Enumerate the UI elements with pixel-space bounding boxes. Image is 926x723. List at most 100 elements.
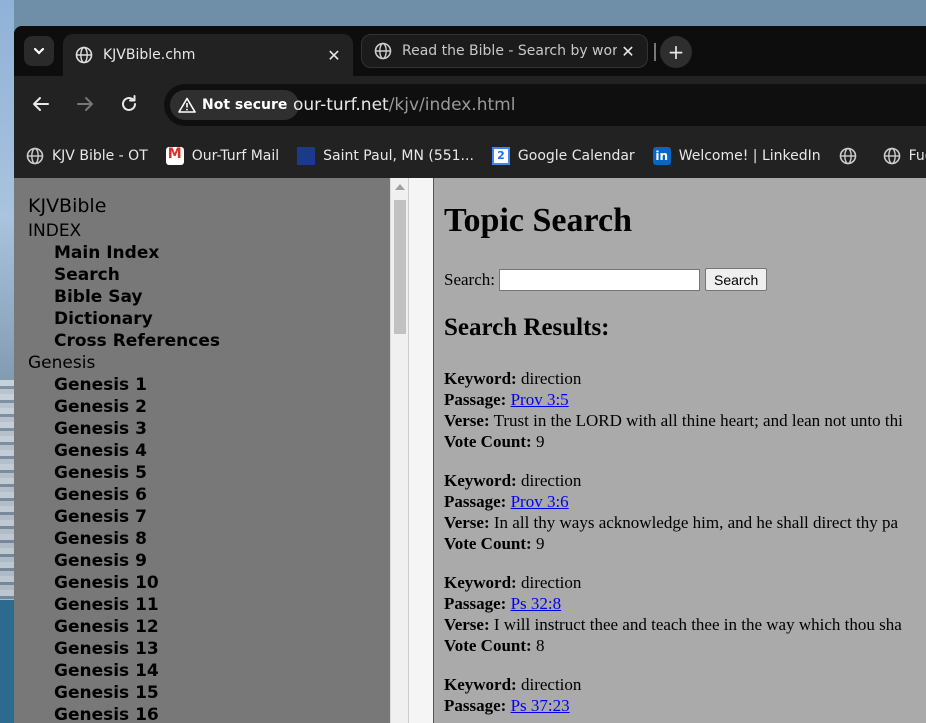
toc-item-genesis-15[interactable]: Genesis 15 [28,682,220,704]
bookmark-globe[interactable] [833,141,871,171]
arrow-left-icon [33,97,49,111]
globe-icon [374,42,392,60]
toc-item-genesis-11[interactable]: Genesis 11 [28,594,220,616]
tab-kjvbible[interactable]: KJVBible.chm ✕ [63,34,353,76]
toc-item-genesis-8[interactable]: Genesis 8 [28,528,220,550]
security-label: Not secure [202,97,288,113]
votes-value: 9 [535,432,545,451]
bookmark-kjv-bible-ot[interactable]: KJV Bible - OT [20,141,154,171]
toc-item-genesis-9[interactable]: Genesis 9 [28,550,220,572]
toc-item-genesis-12[interactable]: Genesis 12 [28,616,220,638]
bookmarks-bar: KJV Bible - OT Our-Turf Mail Saint Paul,… [14,134,926,178]
toc-item-genesis-7[interactable]: Genesis 7 [28,506,220,528]
gmail-icon [165,147,184,165]
bookmark-fue[interactable]: Fue [877,141,926,171]
keyword-value: direction [520,471,582,490]
bookmark-label: Google Calendar [517,148,635,164]
search-label: Search: [444,269,495,289]
keyword-value: direction [520,369,582,388]
passage-link[interactable]: Ps 32:8 [511,594,562,613]
toc-item-genesis-13[interactable]: Genesis 13 [28,638,220,660]
globe-icon [26,147,44,165]
linkedin-icon: in [652,147,671,165]
toc-item-search[interactable]: Search [28,264,220,286]
passage-label: Passage: [444,492,507,511]
passage-link[interactable]: Prov 3:5 [511,390,569,409]
passage-link[interactable]: Ps 37:23 [511,696,570,715]
toc-item-genesis-14[interactable]: Genesis 14 [28,660,220,682]
toc-item-genesis-1[interactable]: Genesis 1 [28,374,220,396]
back-button[interactable] [28,91,54,117]
bookmark-label: Our-Turf Mail [191,148,280,164]
reload-icon [122,95,136,111]
toc-section-genesis[interactable]: Genesis [28,352,220,374]
scrollbar-thumb[interactable] [394,200,406,334]
bookmark-our-turf-mail[interactable]: Our-Turf Mail [160,141,285,171]
toc-item-genesis-5[interactable]: Genesis 5 [28,462,220,484]
toc-item-genesis-6[interactable]: Genesis 6 [28,484,220,506]
toc-item-genesis-16[interactable]: Genesis 16 [28,704,220,723]
new-tab-button[interactable]: + [660,36,692,68]
results-list: Keyword: direction Passage: Prov 3:5 Ver… [444,368,926,723]
votes-label: Vote Count: [444,432,532,451]
frame-splitter[interactable] [408,178,435,723]
forward-button[interactable] [72,91,98,117]
verse-label: Verse: [444,411,490,430]
tab-title: KJVBible.chm [103,47,196,63]
verse-label: Verse: [444,513,490,532]
chevron-down-icon [33,47,45,55]
table-of-contents: KJVBible INDEX Main Index Search Bible S… [28,192,220,723]
bookmark-label: KJV Bible - OT [52,148,148,164]
arrow-right-icon [77,97,93,111]
toc-section-index[interactable]: INDEX [28,220,220,242]
browser-window: KJVBible.chm ✕ Read the Bible - Search b… [14,26,926,723]
bookmark-linkedin[interactable]: in Welcome! | LinkedIn [647,141,827,171]
verse-label: Verse: [444,615,490,634]
close-icon[interactable]: ✕ [617,40,639,62]
toc-item-main-index[interactable]: Main Index [28,242,220,264]
plus-icon: + [667,40,685,64]
votes-value: 9 [535,534,545,553]
toc-item-bible-say[interactable]: Bible Say [28,286,220,308]
scroll-up-icon[interactable] [395,184,405,190]
passage-label: Passage: [444,594,507,613]
search-input[interactable] [498,268,700,291]
keyword-label: Keyword: [444,369,517,388]
weather-channel-icon [297,147,316,165]
tab-search-button[interactable] [24,36,54,66]
toc-frame: KJVBible INDEX Main Index Search Bible S… [14,178,408,723]
toc-item-genesis-4[interactable]: Genesis 4 [28,440,220,462]
globe-icon [883,147,900,165]
votes-value: 8 [535,636,545,655]
reload-button[interactable] [116,91,142,117]
toc-item-genesis-3[interactable]: Genesis 3 [28,418,220,440]
address-bar[interactable]: Not secure our-turf.net/kjv/index.html [164,84,926,126]
toc-item-genesis-10[interactable]: Genesis 10 [28,572,220,594]
keyword-label: Keyword: [444,675,517,694]
warning-icon [178,97,196,113]
wallpaper-water [0,600,14,723]
result-item: Keyword: direction Passage: Prov 3:5 Ver… [444,368,926,452]
result-item: Keyword: direction Passage: Ps 32:8 Vers… [444,572,926,656]
url-text[interactable]: our-turf.net/kjv/index.html [293,95,515,115]
toc-item-dictionary[interactable]: Dictionary [28,308,220,330]
page-content: KJVBible INDEX Main Index Search Bible S… [14,178,926,723]
passage-label: Passage: [444,696,507,715]
url-host: our-turf.net [293,95,389,115]
globe-icon [75,46,93,64]
passage-link[interactable]: Prov 3:6 [511,492,569,511]
bookmark-saint-paul-weather[interactable]: Saint Paul, MN (551... [291,141,480,171]
verse-text: I will instruct thee and teach thee in t… [493,615,902,634]
bookmark-label: Saint Paul, MN (551... [323,148,474,164]
bookmark-google-calendar[interactable]: 2 Google Calendar [486,141,641,171]
tab-title: Read the Bible - Search by word [402,43,617,59]
close-icon[interactable]: ✕ [323,44,345,66]
search-button[interactable]: Search [704,268,768,291]
toc-item-cross-references[interactable]: Cross References [28,330,220,352]
toc-scrollbar[interactable] [390,178,408,723]
security-chip[interactable]: Not secure [170,90,300,120]
toc-item-genesis-2[interactable]: Genesis 2 [28,396,220,418]
browser-toolbar: Not secure our-turf.net/kjv/index.html [14,76,926,134]
globe-icon [839,147,856,165]
tab-read-the-bible[interactable]: Read the Bible - Search by word ✕ [361,34,648,68]
